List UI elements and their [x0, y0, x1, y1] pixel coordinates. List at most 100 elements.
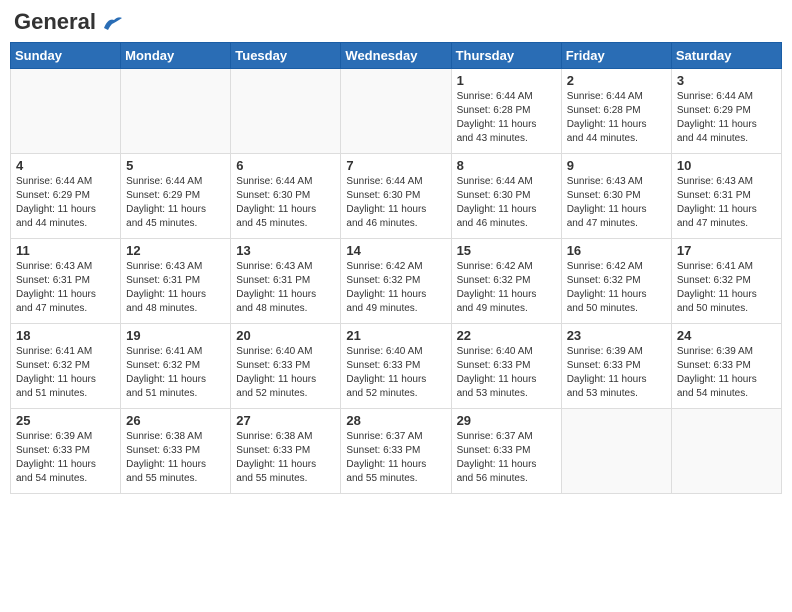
day-info: Sunrise: 6:40 AM Sunset: 6:33 PM Dayligh… — [236, 345, 335, 401]
day-number: 5 — [126, 158, 225, 173]
calendar-day-cell: 29Sunrise: 6:37 AM Sunset: 6:33 PM Dayli… — [451, 409, 561, 494]
day-info: Sunrise: 6:42 AM Sunset: 6:32 PM Dayligh… — [457, 260, 556, 316]
day-number: 9 — [567, 158, 666, 173]
calendar-day-cell — [231, 69, 341, 154]
calendar-week-row: 1 Sunrise: 6:44 AM Sunset: 6:28 PM Daylig… — [11, 69, 782, 154]
day-number: 14 — [346, 243, 445, 258]
day-info: Sunrise: 6:37 AM Sunset: 6:33 PM Dayligh… — [457, 430, 556, 486]
day-number: 28 — [346, 413, 445, 428]
day-info: Sunrise: 6:41 AM Sunset: 6:32 PM Dayligh… — [677, 260, 776, 316]
day-info: Sunrise: 6:44 AM Sunset: 6:30 PM Dayligh… — [346, 175, 445, 231]
day-number: 25 — [16, 413, 115, 428]
calendar-day-cell: 11 Sunrise: 6:43 AM Sunset: 6:31 PM Dayli… — [11, 239, 121, 324]
logo-bird-icon — [102, 14, 124, 32]
weekday-header-wednesday: Wednesday — [341, 43, 451, 69]
calendar-day-cell: 21Sunrise: 6:40 AM Sunset: 6:33 PM Dayli… — [341, 324, 451, 409]
day-number: 20 — [236, 328, 335, 343]
calendar-day-cell: 4 Sunrise: 6:44 AM Sunset: 6:29 PM Daylig… — [11, 154, 121, 239]
day-info: Sunrise: 6:41 AM Sunset: 6:32 PM Dayligh… — [126, 345, 225, 401]
day-info: Sunrise: 6:39 AM Sunset: 6:33 PM Dayligh… — [16, 430, 115, 486]
weekday-header-friday: Friday — [561, 43, 671, 69]
day-number: 17 — [677, 243, 776, 258]
weekday-header-thursday: Thursday — [451, 43, 561, 69]
logo: General — [14, 10, 124, 34]
calendar-day-cell: 16 Sunrise: 6:42 AM Sunset: 6:32 PM Dayli… — [561, 239, 671, 324]
calendar-day-cell: 8 Sunrise: 6:44 AM Sunset: 6:30 PM Daylig… — [451, 154, 561, 239]
day-number: 8 — [457, 158, 556, 173]
calendar-day-cell: 22 Sunrise: 6:40 AM Sunset: 6:33 PM Dayli… — [451, 324, 561, 409]
day-info: Sunrise: 6:44 AM Sunset: 6:29 PM Dayligh… — [16, 175, 115, 231]
calendar-day-cell — [11, 69, 121, 154]
day-info: Sunrise: 6:39 AM Sunset: 6:33 PM Dayligh… — [567, 345, 666, 401]
weekday-header-sunday: Sunday — [11, 43, 121, 69]
calendar-day-cell: 13Sunrise: 6:43 AM Sunset: 6:31 PM Dayli… — [231, 239, 341, 324]
day-number: 24 — [677, 328, 776, 343]
calendar-day-cell: 18 Sunrise: 6:41 AM Sunset: 6:32 PM Dayli… — [11, 324, 121, 409]
calendar-day-cell — [121, 69, 231, 154]
day-number: 3 — [677, 73, 776, 88]
day-info: Sunrise: 6:42 AM Sunset: 6:32 PM Dayligh… — [346, 260, 445, 316]
calendar-header: General — [10, 10, 782, 34]
day-number: 22 — [457, 328, 556, 343]
day-number: 2 — [567, 73, 666, 88]
calendar-day-cell: 1 Sunrise: 6:44 AM Sunset: 6:28 PM Daylig… — [451, 69, 561, 154]
calendar-day-cell: 25 Sunrise: 6:39 AM Sunset: 6:33 PM Dayli… — [11, 409, 121, 494]
calendar-day-cell: 17 Sunrise: 6:41 AM Sunset: 6:32 PM Dayli… — [671, 239, 781, 324]
day-info: Sunrise: 6:44 AM Sunset: 6:30 PM Dayligh… — [236, 175, 335, 231]
day-number: 27 — [236, 413, 335, 428]
day-info: Sunrise: 6:41 AM Sunset: 6:32 PM Dayligh… — [16, 345, 115, 401]
day-info: Sunrise: 6:44 AM Sunset: 6:29 PM Dayligh… — [126, 175, 225, 231]
day-info: Sunrise: 6:43 AM Sunset: 6:31 PM Dayligh… — [677, 175, 776, 231]
day-info: Sunrise: 6:40 AM Sunset: 6:33 PM Dayligh… — [457, 345, 556, 401]
calendar-day-cell: 20 Sunrise: 6:40 AM Sunset: 6:33 PM Dayli… — [231, 324, 341, 409]
calendar-day-cell: 19 Sunrise: 6:41 AM Sunset: 6:32 PM Dayli… — [121, 324, 231, 409]
calendar-day-cell: 24 Sunrise: 6:39 AM Sunset: 6:33 PM Dayli… — [671, 324, 781, 409]
day-info: Sunrise: 6:43 AM Sunset: 6:31 PM Dayligh… — [126, 260, 225, 316]
weekday-header-saturday: Saturday — [671, 43, 781, 69]
calendar-day-cell: 23 Sunrise: 6:39 AM Sunset: 6:33 PM Dayli… — [561, 324, 671, 409]
day-info: Sunrise: 6:38 AM Sunset: 6:33 PM Dayligh… — [126, 430, 225, 486]
day-info: Sunrise: 6:44 AM Sunset: 6:30 PM Dayligh… — [457, 175, 556, 231]
day-number: 7 — [346, 158, 445, 173]
calendar-day-cell: 26 Sunrise: 6:38 AM Sunset: 6:33 PM Dayli… — [121, 409, 231, 494]
weekday-header-row: SundayMondayTuesdayWednesdayThursdayFrid… — [11, 43, 782, 69]
calendar-day-cell: 12 Sunrise: 6:43 AM Sunset: 6:31 PM Dayli… — [121, 239, 231, 324]
day-info: Sunrise: 6:43 AM Sunset: 6:30 PM Dayligh… — [567, 175, 666, 231]
calendar-day-cell — [561, 409, 671, 494]
day-number: 13 — [236, 243, 335, 258]
calendar-day-cell — [341, 69, 451, 154]
day-number: 6 — [236, 158, 335, 173]
day-info: Sunrise: 6:44 AM Sunset: 6:29 PM Dayligh… — [677, 90, 776, 146]
calendar-week-row: 25 Sunrise: 6:39 AM Sunset: 6:33 PM Dayli… — [11, 409, 782, 494]
calendar-week-row: 4 Sunrise: 6:44 AM Sunset: 6:29 PM Daylig… — [11, 154, 782, 239]
day-info: Sunrise: 6:43 AM Sunset: 6:31 PM Dayligh… — [16, 260, 115, 316]
day-number: 15 — [457, 243, 556, 258]
day-number: 11 — [16, 243, 115, 258]
day-info: Sunrise: 6:37 AM Sunset: 6:33 PM Dayligh… — [346, 430, 445, 486]
calendar-week-row: 11 Sunrise: 6:43 AM Sunset: 6:31 PM Dayli… — [11, 239, 782, 324]
day-number: 21 — [346, 328, 445, 343]
day-number: 18 — [16, 328, 115, 343]
calendar-day-cell: 2 Sunrise: 6:44 AM Sunset: 6:28 PM Daylig… — [561, 69, 671, 154]
calendar-table: SundayMondayTuesdayWednesdayThursdayFrid… — [10, 42, 782, 494]
day-info: Sunrise: 6:44 AM Sunset: 6:28 PM Dayligh… — [567, 90, 666, 146]
day-info: Sunrise: 6:42 AM Sunset: 6:32 PM Dayligh… — [567, 260, 666, 316]
calendar-day-cell: 9 Sunrise: 6:43 AM Sunset: 6:30 PM Daylig… — [561, 154, 671, 239]
weekday-header-tuesday: Tuesday — [231, 43, 341, 69]
day-number: 4 — [16, 158, 115, 173]
day-info: Sunrise: 6:44 AM Sunset: 6:28 PM Dayligh… — [457, 90, 556, 146]
calendar-day-cell: 14 Sunrise: 6:42 AM Sunset: 6:32 PM Dayli… — [341, 239, 451, 324]
day-number: 1 — [457, 73, 556, 88]
calendar-day-cell: 5 Sunrise: 6:44 AM Sunset: 6:29 PM Daylig… — [121, 154, 231, 239]
day-number: 10 — [677, 158, 776, 173]
day-number: 12 — [126, 243, 225, 258]
day-number: 26 — [126, 413, 225, 428]
calendar-day-cell: 10 Sunrise: 6:43 AM Sunset: 6:31 PM Dayli… — [671, 154, 781, 239]
day-number: 16 — [567, 243, 666, 258]
day-number: 19 — [126, 328, 225, 343]
day-info: Sunrise: 6:39 AM Sunset: 6:33 PM Dayligh… — [677, 345, 776, 401]
day-number: 23 — [567, 328, 666, 343]
calendar-day-cell: 28 Sunrise: 6:37 AM Sunset: 6:33 PM Dayli… — [341, 409, 451, 494]
weekday-header-monday: Monday — [121, 43, 231, 69]
calendar-day-cell: 7 Sunrise: 6:44 AM Sunset: 6:30 PM Daylig… — [341, 154, 451, 239]
